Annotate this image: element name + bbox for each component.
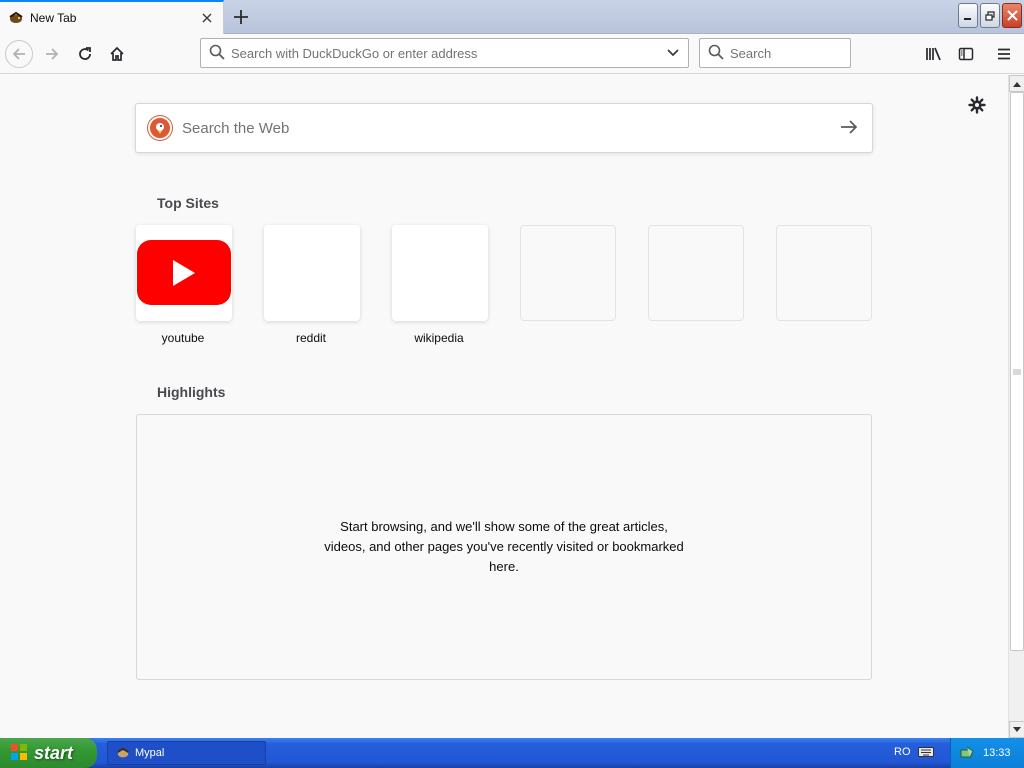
library-icon[interactable] bbox=[920, 40, 948, 68]
scroll-down-arrow-icon[interactable] bbox=[1009, 721, 1024, 738]
search-icon bbox=[209, 44, 225, 63]
highlights-title: Highlights bbox=[157, 384, 226, 400]
keyboard-icon[interactable] bbox=[918, 746, 934, 761]
minimize-icon[interactable] bbox=[958, 3, 978, 28]
top-site-tile-youtube[interactable] bbox=[136, 225, 232, 321]
back-icon[interactable] bbox=[5, 40, 33, 68]
forward-icon[interactable] bbox=[38, 40, 66, 68]
start-button[interactable]: start bbox=[0, 738, 97, 768]
language-indicator[interactable]: RO bbox=[894, 746, 911, 758]
top-site-tile-reddit[interactable] bbox=[264, 225, 360, 321]
restore-icon[interactable] bbox=[980, 3, 1000, 28]
search-input[interactable] bbox=[730, 45, 906, 61]
top-site-placeholder bbox=[648, 225, 744, 321]
reload-icon[interactable] bbox=[71, 40, 99, 68]
window-controls bbox=[958, 3, 1022, 28]
url-input[interactable] bbox=[231, 45, 666, 61]
web-search-box[interactable] bbox=[135, 103, 873, 153]
navigation-toolbar bbox=[0, 34, 1024, 74]
top-site-label[interactable]: reddit bbox=[263, 331, 359, 345]
highlights-empty-message: Start browsing, and we'll show some of t… bbox=[324, 519, 684, 574]
sidebar-icon[interactable] bbox=[952, 40, 980, 68]
mypal-favicon-icon bbox=[8, 10, 24, 26]
top-site-label[interactable]: wikipedia bbox=[391, 331, 487, 345]
chevron-down-icon[interactable] bbox=[666, 45, 680, 62]
scroll-thumb[interactable] bbox=[1010, 92, 1024, 651]
system-tray: 13:33 bbox=[950, 738, 1024, 768]
taskbar-item-label: Mypal bbox=[135, 747, 165, 759]
settings-gear-icon[interactable] bbox=[965, 93, 989, 117]
top-site-placeholder bbox=[776, 225, 872, 321]
network-tray-icon[interactable] bbox=[959, 745, 975, 761]
top-site-tile-wikipedia[interactable] bbox=[392, 225, 488, 321]
new-tab-page: Top Sites youtube reddit wikipedia Highl… bbox=[0, 75, 1008, 738]
address-bar[interactable] bbox=[200, 38, 689, 68]
search-bar[interactable] bbox=[699, 38, 906, 68]
scroll-up-arrow-icon[interactable] bbox=[1009, 75, 1024, 92]
windows-taskbar: start Mypal RO 13:33 bbox=[0, 738, 1024, 768]
windows-flag-icon bbox=[10, 743, 28, 764]
new-tab-plus-icon[interactable] bbox=[228, 4, 254, 30]
close-icon[interactable] bbox=[1002, 3, 1022, 28]
top-site-label[interactable]: youtube bbox=[135, 331, 231, 345]
tab-strip: New Tab bbox=[0, 0, 1024, 34]
youtube-logo-icon bbox=[137, 240, 231, 305]
vertical-scrollbar[interactable] bbox=[1008, 75, 1024, 738]
start-label: start bbox=[34, 742, 74, 763]
menu-icon[interactable] bbox=[990, 40, 1018, 68]
search-submit-arrow-icon[interactable] bbox=[840, 119, 858, 138]
highlights-empty-state: Start browsing, and we'll show some of t… bbox=[136, 414, 872, 680]
web-search-input[interactable] bbox=[182, 119, 840, 137]
clock[interactable]: 13:33 bbox=[983, 747, 1011, 759]
search-icon bbox=[708, 44, 724, 63]
taskbar-item-mypal[interactable]: Mypal bbox=[107, 741, 266, 765]
tab-new-tab[interactable]: New Tab bbox=[0, 0, 224, 34]
top-site-placeholder bbox=[520, 225, 616, 321]
mypal-app-icon bbox=[116, 746, 130, 760]
duckduckgo-logo-icon bbox=[148, 116, 172, 140]
tab-title: New Tab bbox=[30, 11, 77, 25]
tab-close-icon[interactable] bbox=[199, 10, 215, 26]
top-sites-title: Top Sites bbox=[157, 195, 219, 211]
home-icon[interactable] bbox=[103, 40, 131, 68]
